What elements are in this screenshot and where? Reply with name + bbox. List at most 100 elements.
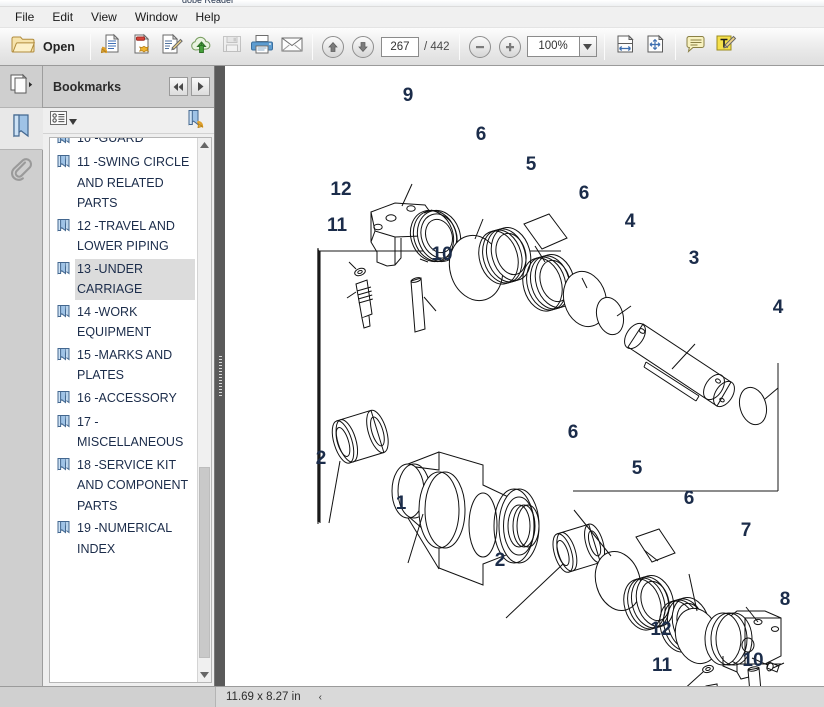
save-button[interactable]	[217, 32, 247, 62]
bookmark-icon	[56, 390, 71, 410]
combine-files-button[interactable]	[126, 32, 156, 62]
bookmark-item[interactable]: 14 -WORK EQUIPMENT	[50, 301, 197, 344]
open-button[interactable]: Open	[4, 31, 85, 62]
pages-icon	[8, 72, 34, 101]
bookmark-options-button[interactable]	[50, 111, 77, 130]
bookmark-item-label: 15 -MARKS AND PLATES	[77, 347, 173, 383]
bookmark-item[interactable]: 15 -MARKS AND PLATES	[50, 344, 197, 387]
part-1-track-roller	[391, 451, 540, 586]
part-11-bolt-upper	[355, 279, 373, 329]
email-icon	[280, 34, 304, 59]
bookmark-item-label: 18 -SERVICE KIT AND COMPONENT PARTS	[77, 457, 188, 513]
part-12-washer-lower	[702, 664, 714, 674]
sidebar-item-attachments[interactable]	[0, 150, 42, 192]
diagram-callout: 6	[579, 183, 590, 204]
menu-window[interactable]: Window	[126, 8, 187, 27]
fit-page-button[interactable]	[640, 32, 670, 62]
bookmark-icon	[56, 520, 71, 540]
expand-panel-button[interactable]	[191, 77, 210, 96]
page-total-label: / 442	[423, 40, 450, 53]
toolbar-separator-3	[458, 33, 460, 60]
zoom-combobox[interactable]: 100%	[526, 36, 597, 57]
menu-edit[interactable]: Edit	[43, 8, 82, 27]
previous-page-button[interactable]	[318, 32, 348, 62]
bookmark-item[interactable]: 12 -TRAVEL AND LOWER PIPING	[50, 215, 197, 258]
bookmark-item-label: 10 -GUARD	[77, 138, 144, 145]
bookmark-icon	[10, 113, 32, 144]
diagram-callout: 12	[330, 179, 351, 200]
toolbar-separator	[89, 33, 91, 60]
zoom-level-input[interactable]: 100%	[526, 36, 579, 57]
edit-pdf-button[interactable]	[156, 32, 186, 62]
bookmark-item-label: 16 -ACCESSORY	[77, 390, 177, 405]
sticky-note-button[interactable]	[681, 32, 711, 62]
bookmarks-panel-header: Bookmarks	[43, 66, 214, 108]
toolbar-separator-2	[311, 33, 313, 60]
part-4-washer-right	[738, 386, 768, 426]
highlight-text-button[interactable]	[711, 32, 741, 62]
scroll-down-button[interactable]	[198, 668, 211, 682]
cloud-upload-button[interactable]	[186, 32, 217, 62]
bookmark-item[interactable]: 17 -MISCELLANEOUS	[50, 411, 197, 454]
bookmarks-list-area: 10 -GUARD 11 -SWING CIRCLE AND RELATED PA…	[49, 137, 212, 683]
bookmark-item[interactable]: 13 -UNDER CARRIAGE	[50, 258, 197, 301]
fit-page-icon	[644, 33, 666, 60]
previous-page-icon	[321, 35, 344, 58]
bookmark-item[interactable]: 18 -SERVICE KIT AND COMPONENT PARTS	[50, 454, 197, 518]
create-pdf-icon	[99, 32, 123, 61]
fit-width-icon	[614, 33, 636, 60]
sticky-note-icon	[684, 34, 708, 60]
options-menu-icon	[50, 111, 67, 130]
new-bookmark-button[interactable]	[186, 109, 207, 133]
menu-view[interactable]: View	[82, 8, 126, 27]
diagram-callout: 11	[652, 655, 673, 676]
diagram-callout: 12	[650, 619, 671, 640]
bookmark-item[interactable]: 19 -NUMERICAL INDEX	[50, 517, 197, 560]
collapse-panel-button[interactable]	[169, 77, 188, 96]
menu-bar: File Edit View Window Help	[0, 7, 824, 28]
part-11-bolt-lower	[705, 683, 718, 686]
print-button[interactable]	[247, 32, 277, 62]
status-collapse-button[interactable]: ‹	[311, 692, 330, 703]
sidebar-item-page-thumbnails[interactable]	[0, 66, 42, 108]
panel-splitter[interactable]	[215, 66, 225, 686]
menu-help[interactable]: Help	[187, 8, 230, 27]
chevron-down-icon	[69, 112, 77, 130]
scrollbar-track[interactable]	[198, 152, 211, 668]
diagram-callout: 4	[625, 211, 636, 232]
bookmarks-scrollbar[interactable]	[197, 138, 211, 682]
scrollbar-thumb[interactable]	[199, 466, 210, 658]
next-page-button[interactable]	[348, 32, 378, 62]
email-button[interactable]	[277, 32, 307, 62]
diagram-callout: 6	[568, 422, 579, 443]
bookmark-icon	[56, 457, 71, 477]
page-number-input[interactable]: 267	[380, 36, 419, 57]
diagram-callout: 5	[632, 458, 643, 479]
fit-width-button[interactable]	[610, 32, 640, 62]
bookmark-icon	[56, 304, 71, 324]
scroll-up-button[interactable]	[198, 138, 211, 152]
pdf-page-view[interactable]: 9 6 5 6 4 3 4 12 11 10 2 1 2 6 5 6 7 8 12 11 10	[225, 66, 824, 686]
diagram-callout: 1	[396, 493, 407, 514]
diagram-callout: 2	[495, 550, 506, 571]
paperclip-icon	[9, 156, 33, 187]
create-pdf-button[interactable]	[96, 32, 126, 62]
highlight-text-icon	[714, 33, 738, 60]
zoom-dropdown-icon[interactable]	[578, 36, 597, 57]
sidebar-item-bookmarks[interactable]	[0, 108, 43, 150]
zoom-out-button[interactable]	[465, 32, 495, 62]
bookmark-item[interactable]: 16 -ACCESSORY	[50, 387, 197, 411]
bookmark-icon	[56, 218, 71, 238]
zoom-in-button[interactable]	[495, 32, 525, 62]
part-2-bushing-left	[331, 409, 389, 464]
bookmark-item[interactable]: 10 -GUARD	[50, 138, 197, 151]
toolbar-separator-4	[603, 33, 605, 60]
part-3-shaft	[624, 322, 735, 408]
bookmark-item-label: 13 -UNDER CARRIAGE	[75, 258, 195, 300]
save-icon	[221, 33, 243, 60]
bookmark-item[interactable]: 11 -SWING CIRCLE AND RELATED PARTS	[50, 151, 197, 215]
menu-file[interactable]: File	[6, 8, 43, 27]
rail-spacer	[0, 192, 42, 686]
bookmarks-panel-toolbar	[43, 108, 214, 134]
bookmarks-list[interactable]: 10 -GUARD 11 -SWING CIRCLE AND RELATED PA…	[50, 138, 197, 682]
